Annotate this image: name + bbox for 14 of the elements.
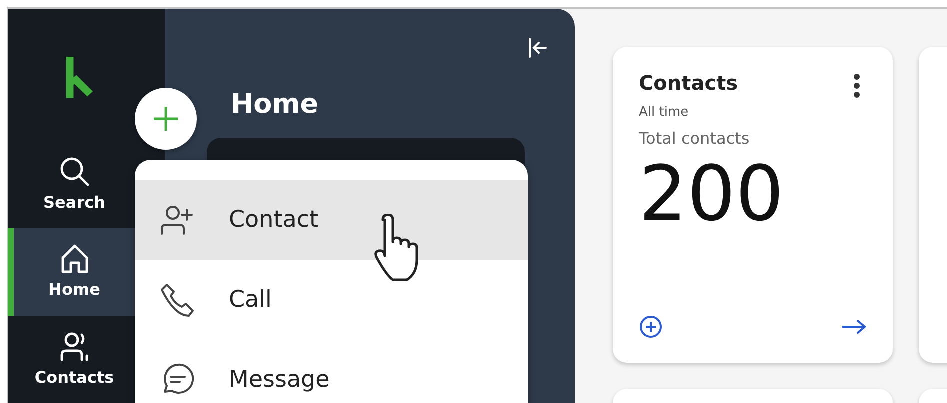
menu-item[interactable]: Call <box>135 260 528 340</box>
metric-value: 200 <box>639 156 786 232</box>
menu-item[interactable]: Message <box>135 340 528 403</box>
more-icon[interactable] <box>853 73 861 99</box>
card-title: Contacts <box>639 71 738 95</box>
card-period: All time <box>639 105 690 120</box>
plus-icon <box>152 105 180 133</box>
phone-icon <box>159 282 197 318</box>
collapse-icon[interactable] <box>527 37 549 59</box>
panel-title: Home <box>231 89 320 120</box>
metric-label: Total contacts <box>639 129 751 148</box>
arrow-right-icon[interactable] <box>841 318 867 336</box>
add-icon[interactable] <box>639 315 663 339</box>
menu-item[interactable]: Contact <box>135 180 528 260</box>
